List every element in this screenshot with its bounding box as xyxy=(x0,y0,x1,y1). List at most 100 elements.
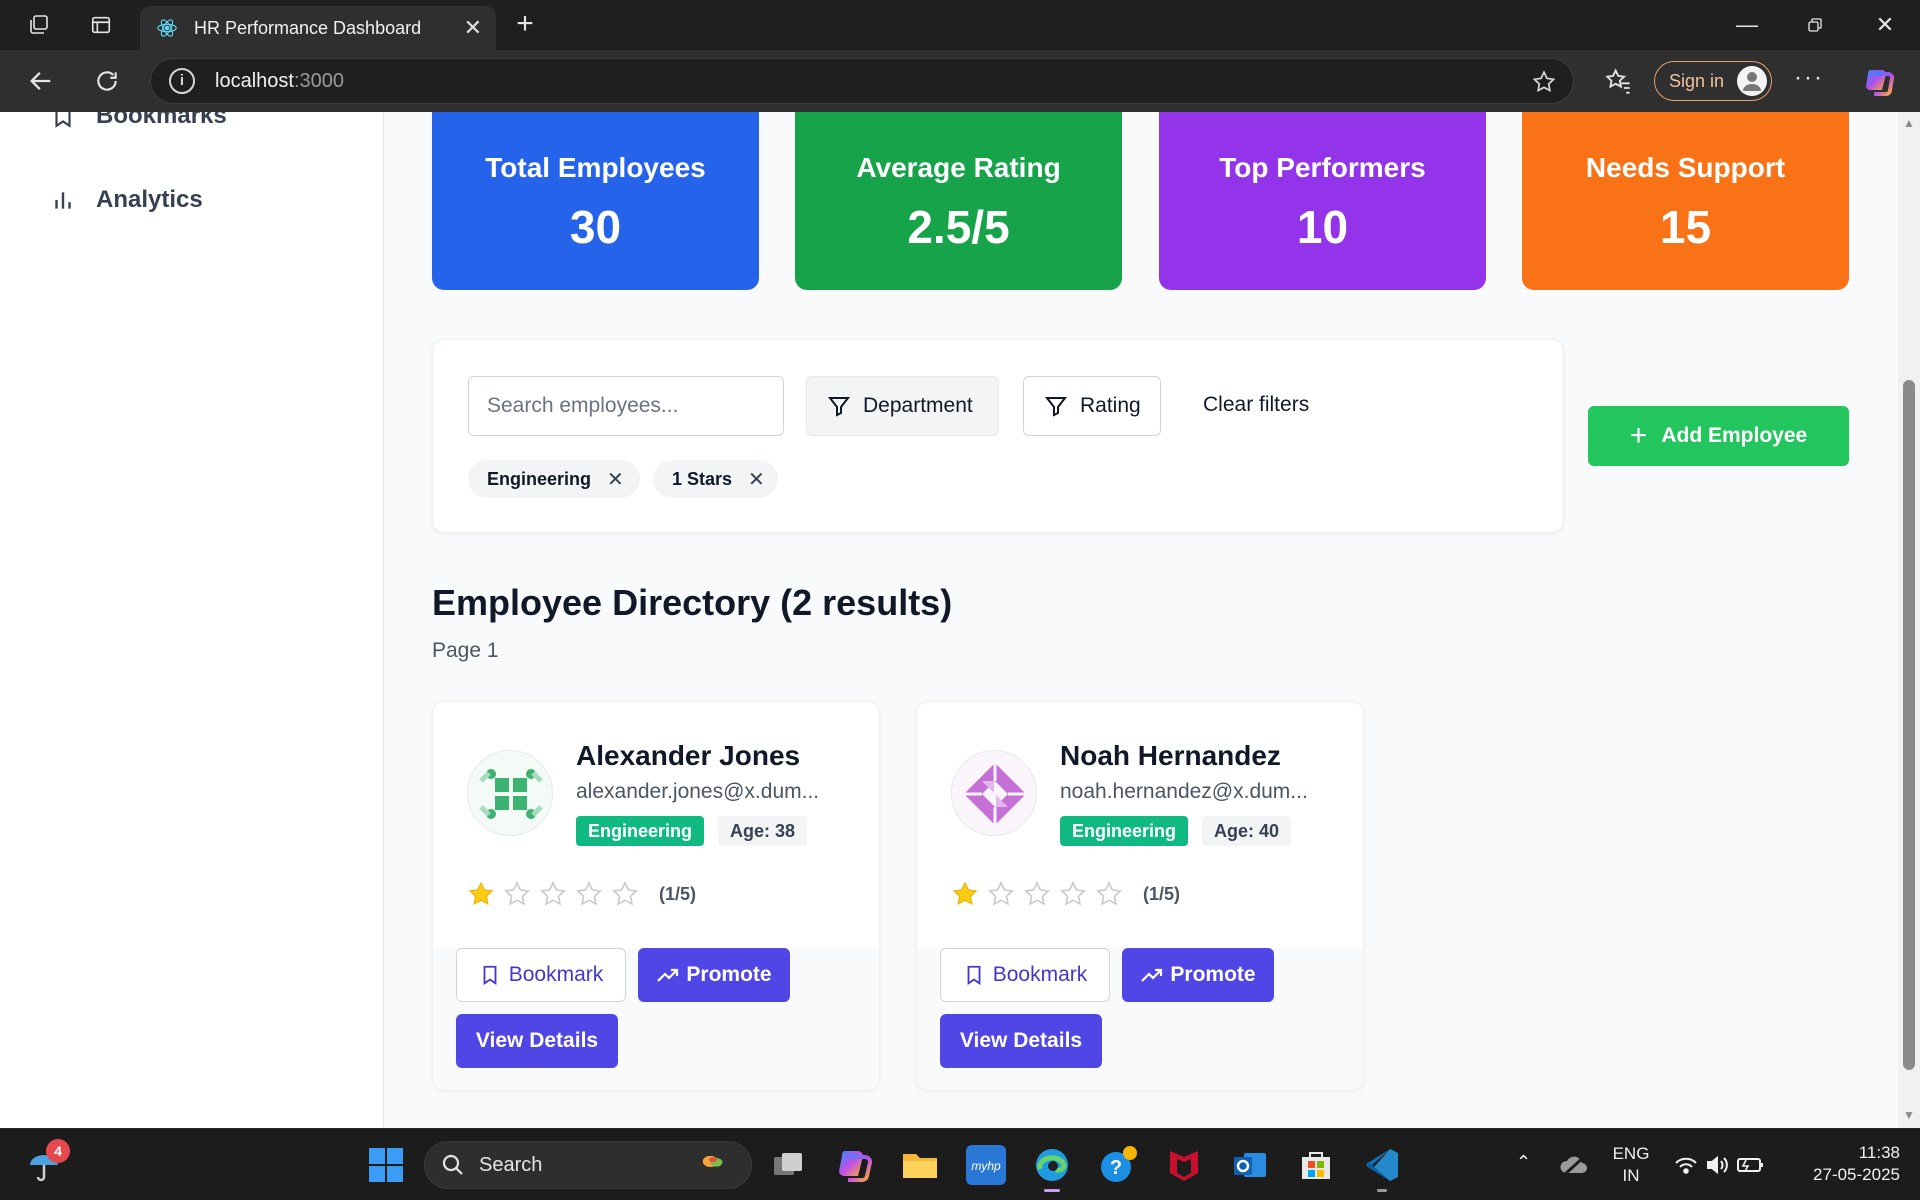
employee-email: noah.hernandez@x.dum... xyxy=(1060,780,1308,803)
page-scrollbar[interactable]: ▲ ▼ xyxy=(1898,112,1920,1128)
favorites-icon[interactable] xyxy=(1604,64,1634,98)
tab-actions-icon[interactable] xyxy=(88,12,114,38)
remove-chip-icon[interactable]: ✕ xyxy=(607,467,624,492)
promote-button[interactable]: Promote xyxy=(1122,948,1274,1002)
address-bar[interactable]: i localhost:3000 xyxy=(150,58,1574,104)
promote-label: Promote xyxy=(686,963,772,986)
sidebar-item-label: Bookmarks xyxy=(96,112,227,129)
search-input[interactable] xyxy=(468,376,784,436)
copilot-icon[interactable] xyxy=(1862,64,1896,98)
add-employee-label: Add Employee xyxy=(1661,424,1808,447)
bookmark-icon xyxy=(55,112,71,128)
react-logo-icon xyxy=(157,19,177,37)
edge-browser-icon[interactable] xyxy=(1032,1145,1072,1192)
language-indicator[interactable]: ENG IN xyxy=(1606,1143,1656,1187)
filter-chip-rating: 1 Stars ✕ xyxy=(653,460,778,498)
employee-card: Noah Hernandez noah.hernandez@x.dum... E… xyxy=(916,701,1364,1091)
clear-filters-button[interactable]: Clear filters xyxy=(1203,393,1309,417)
file-explorer-icon[interactable] xyxy=(900,1145,940,1185)
minimize-icon[interactable]: — xyxy=(1732,12,1762,38)
promote-button[interactable]: Promote xyxy=(638,948,790,1002)
battery-icon xyxy=(1737,1158,1763,1172)
plus-icon: + xyxy=(1629,419,1648,452)
remove-chip-icon[interactable]: ✕ xyxy=(748,467,765,492)
stat-card-top-performers: Top Performers 10 xyxy=(1159,112,1486,290)
employee-card: Alexander Jones alexander.jones@x.dum...… xyxy=(432,701,880,1091)
restore-icon[interactable] xyxy=(1800,12,1830,38)
copilot-app-icon[interactable] xyxy=(834,1145,874,1185)
rating-filter-label: Rating xyxy=(1080,394,1141,417)
browser-tab-active[interactable]: HR Performance Dashboard ✕ xyxy=(140,6,496,50)
more-options-icon[interactable]: ··· xyxy=(1794,64,1824,92)
mcafee-icon[interactable] xyxy=(1164,1145,1204,1185)
favorite-star-icon[interactable] xyxy=(1531,69,1557,95)
bar-chart-icon xyxy=(55,192,71,209)
star-empty-icon xyxy=(1060,881,1086,906)
chip-label: 1 Stars xyxy=(672,468,733,489)
task-view-icon[interactable] xyxy=(768,1145,808,1185)
filter-panel: Department Rating Clear filters Engineer… xyxy=(432,339,1564,533)
taskbar-search[interactable]: Search xyxy=(424,1141,752,1189)
view-details-button[interactable]: View Details xyxy=(940,1014,1102,1068)
view-details-button[interactable]: View Details xyxy=(456,1014,618,1068)
star-filled-icon xyxy=(952,881,978,905)
add-employee-button[interactable]: + Add Employee xyxy=(1588,406,1849,466)
star-rating: (1/5) xyxy=(951,880,1180,908)
close-tab-icon[interactable]: ✕ xyxy=(464,17,482,39)
sign-in-label: Sign in xyxy=(1669,70,1725,91)
search-icon xyxy=(442,1154,463,1175)
bookmark-button[interactable]: Bookmark xyxy=(940,948,1110,1002)
stat-value: 2.5/5 xyxy=(907,201,1010,253)
bookmark-button[interactable]: Bookmark xyxy=(456,948,626,1002)
sign-in-button[interactable]: Sign in xyxy=(1654,61,1772,101)
onedrive-icon[interactable] xyxy=(1558,1149,1590,1181)
back-icon[interactable] xyxy=(24,64,58,98)
bookmark-icon xyxy=(967,965,981,985)
site-info-icon[interactable]: i xyxy=(169,68,195,94)
url-port: :3000 xyxy=(293,69,344,92)
get-help-icon[interactable]: ? xyxy=(1098,1145,1138,1185)
star-empty-icon xyxy=(612,881,638,906)
microsoft-store-icon[interactable] xyxy=(1296,1145,1336,1185)
rating-text: (1/5) xyxy=(659,883,697,904)
system-tray-status[interactable] xyxy=(1672,1149,1768,1181)
windows-start-icon[interactable] xyxy=(366,1145,406,1185)
browser-toolbar: i localhost:3000 Sign in ··· xyxy=(0,50,1920,112)
scroll-down-icon[interactable]: ▼ xyxy=(1903,1108,1915,1122)
sidebar-item-label: Analytics xyxy=(96,186,203,213)
department-filter-label: Department xyxy=(863,394,973,417)
age-badge: Age: 40 xyxy=(1202,816,1292,846)
refresh-icon[interactable] xyxy=(90,64,124,98)
department-filter-button[interactable]: Department xyxy=(806,376,999,436)
workspaces-icon[interactable] xyxy=(26,12,52,38)
star-empty-icon xyxy=(540,881,566,906)
notification-badge: 4 xyxy=(46,1139,70,1163)
running-app-indicator xyxy=(1377,1189,1387,1192)
star-empty-icon xyxy=(576,881,602,906)
stat-value: 10 xyxy=(1296,201,1349,253)
show-hidden-icons-icon[interactable]: ⌃ xyxy=(1516,1151,1531,1173)
bookmark-icon xyxy=(483,965,497,985)
scroll-up-icon[interactable]: ▲ xyxy=(1903,116,1915,130)
clock[interactable]: 11:38 27-05-2025 xyxy=(1790,1142,1900,1186)
weather-widget-icon[interactable]: 4 xyxy=(24,1139,70,1185)
chip-label: Engineering xyxy=(487,468,592,489)
star-rating: (1/5) xyxy=(467,880,696,908)
outlook-icon[interactable] xyxy=(1230,1145,1270,1185)
sidebar-item-analytics[interactable]: Analytics xyxy=(50,186,203,214)
new-tab-icon[interactable]: + xyxy=(510,9,540,40)
star-empty-icon xyxy=(504,881,530,906)
department-badge: Engineering xyxy=(1060,816,1189,846)
volume-icon xyxy=(1707,1155,1728,1175)
trending-up-icon xyxy=(1141,968,1163,982)
employee-name: Alexander Jones xyxy=(576,740,801,771)
vscode-icon[interactable] xyxy=(1362,1145,1402,1192)
rating-filter-button[interactable]: Rating xyxy=(1023,376,1161,436)
active-app-indicator xyxy=(1044,1189,1060,1192)
close-window-icon[interactable]: ✕ xyxy=(1870,12,1900,38)
myhp-icon[interactable]: myhp xyxy=(966,1145,1006,1185)
stat-label: Top Performers xyxy=(1219,152,1426,183)
sidebar-item-bookmarks[interactable]: Bookmarks xyxy=(50,112,227,130)
scrollbar-thumb[interactable] xyxy=(1903,380,1915,1070)
filter-icon xyxy=(1044,397,1068,417)
